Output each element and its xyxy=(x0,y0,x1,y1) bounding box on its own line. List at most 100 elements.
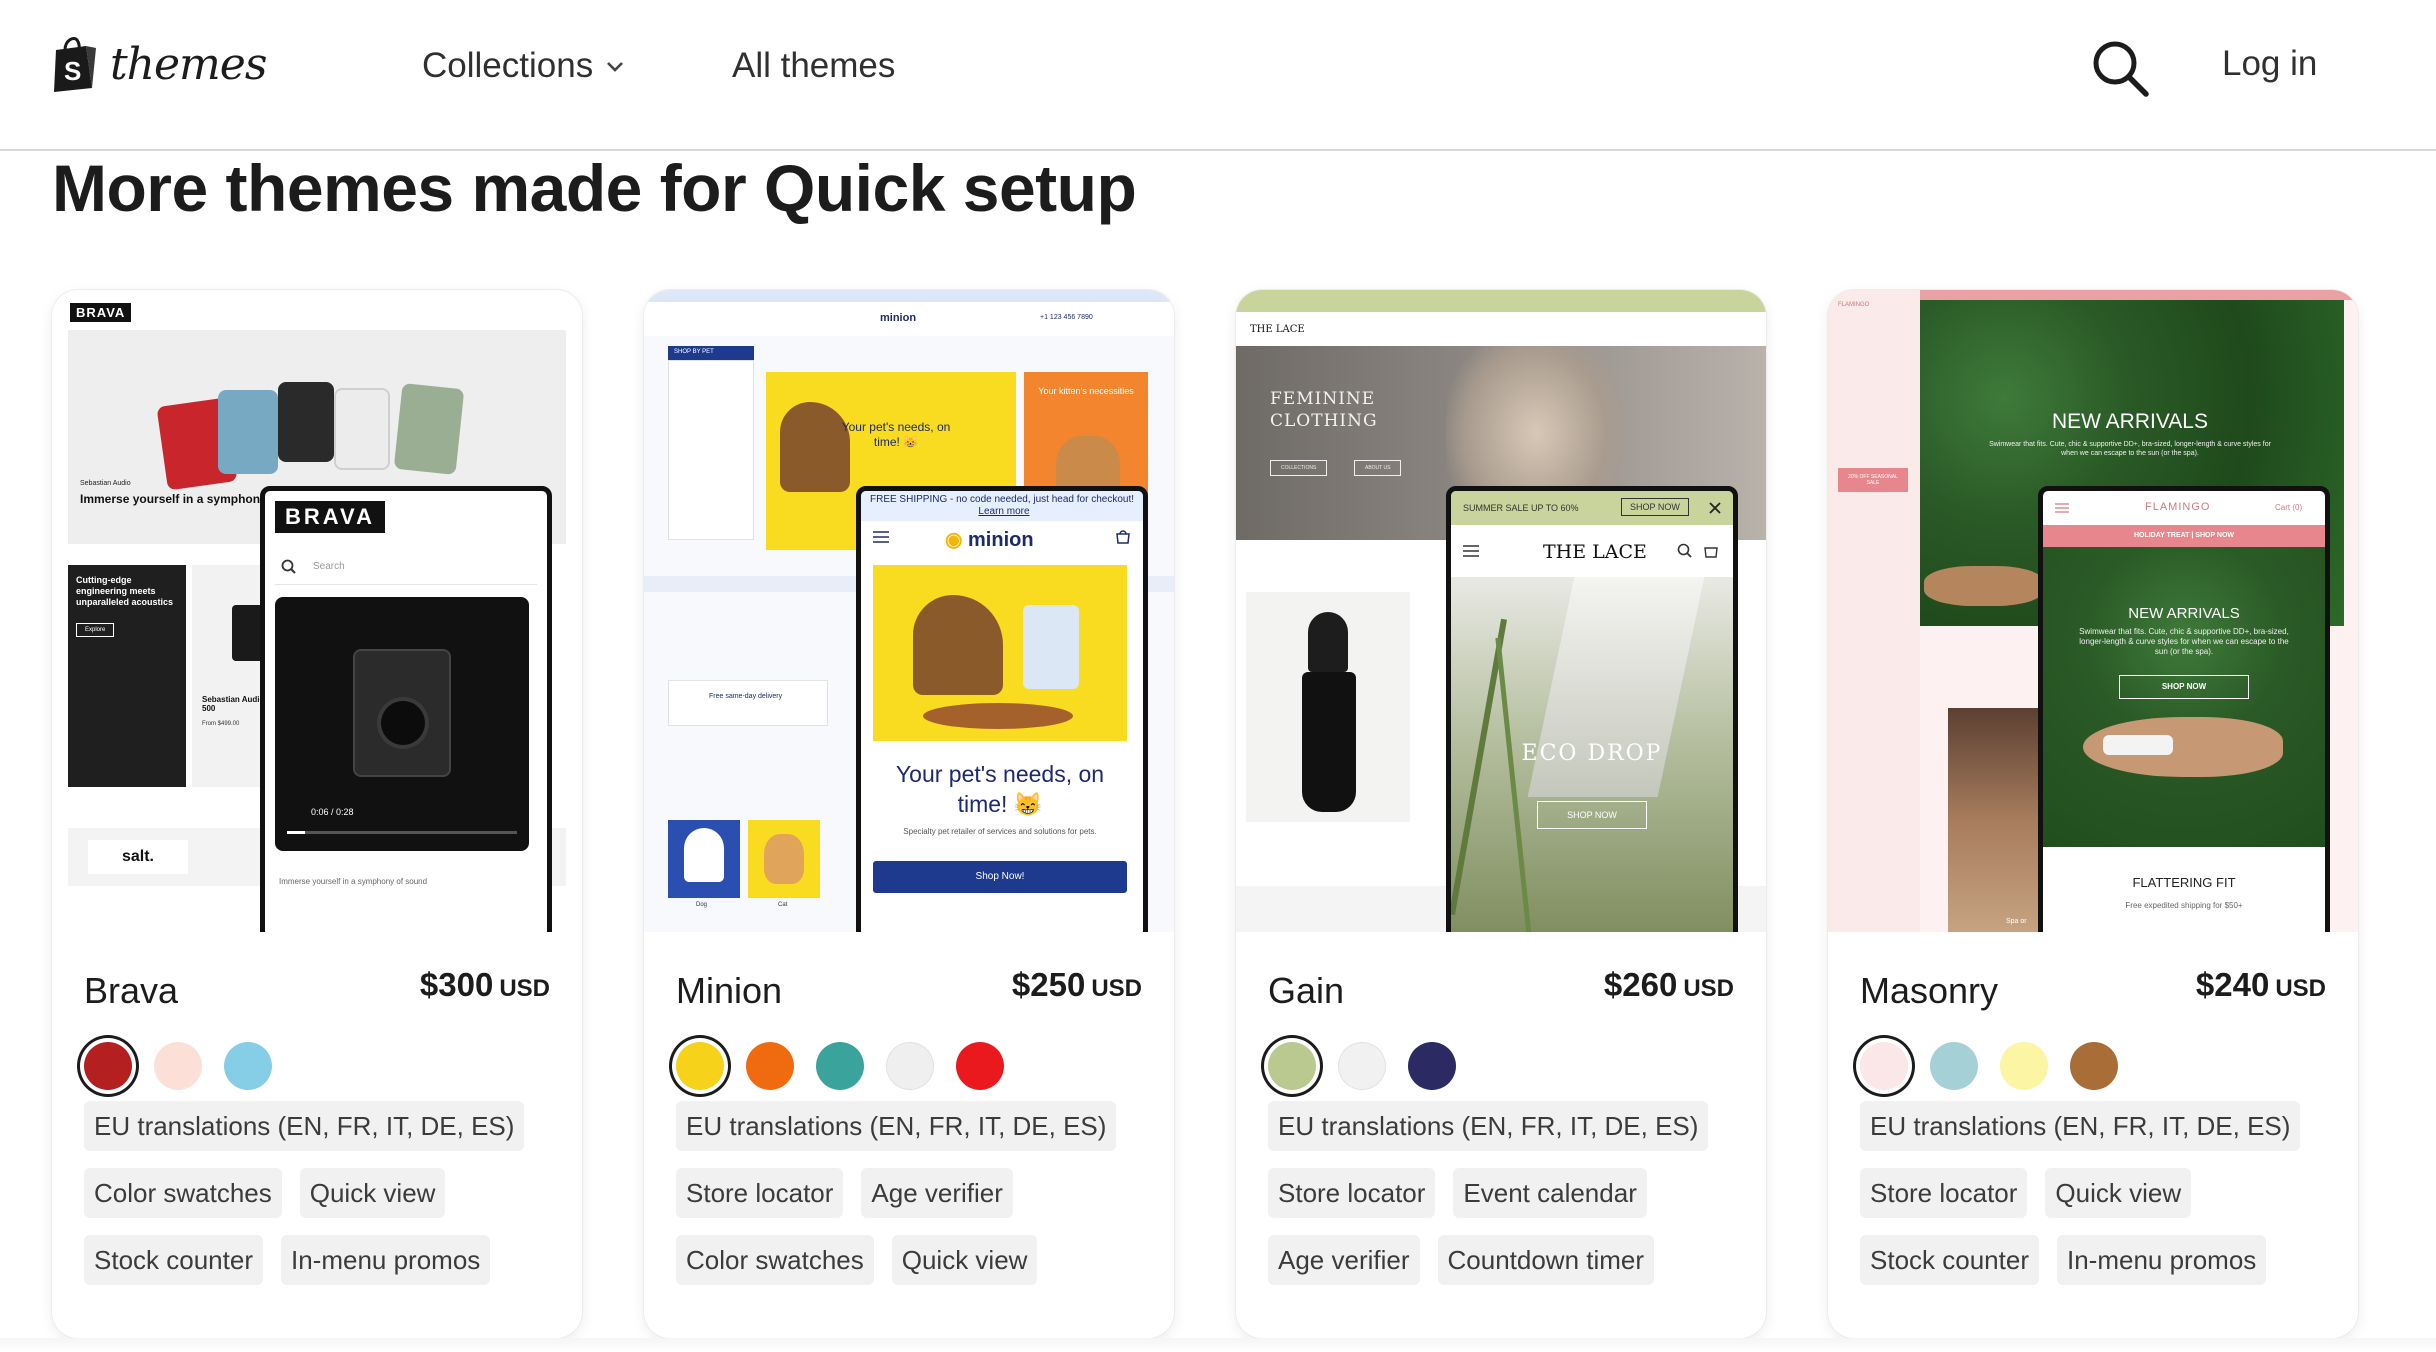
section-heading: FLATTERING FIT xyxy=(2132,875,2236,890)
about-button: ABOUT US xyxy=(1354,460,1402,476)
model-image: Spa or xyxy=(1948,708,2040,932)
feature-tags: EU translations (EN, FR, IT, DE, ES) Stor… xyxy=(1860,1092,2340,1293)
tag-row: EU translations (EN, FR, IT, DE, ES) xyxy=(1268,1092,1748,1159)
feature-tag: In-menu promos xyxy=(2056,1234,2267,1285)
shop-now-button: Shop Now! xyxy=(873,861,1127,893)
top-banner-text: SUMMER SALE UP TO 60% xyxy=(1463,503,1579,513)
top-bar xyxy=(1920,290,2358,300)
color-swatch[interactable] xyxy=(1930,1042,1978,1090)
mobile-banner: FREE SHIPPING - no code needed, just hea… xyxy=(861,491,1143,521)
search-icon xyxy=(281,559,296,574)
mobile-search: Search xyxy=(275,551,537,585)
color-swatch[interactable] xyxy=(676,1042,724,1090)
shopify-themes-logo[interactable]: S themes xyxy=(52,36,267,92)
feature-tag: Stock counter xyxy=(84,1234,263,1285)
theme-price: $250 USD xyxy=(1012,966,1142,1004)
theme-name[interactable]: Brava xyxy=(84,970,178,1012)
feature-tag: Quick view xyxy=(891,1234,1038,1285)
mobile-hero-heading: Your pet's needs, on time! 😸 xyxy=(895,761,1105,817)
tag-row: Stock counter In-menu promos xyxy=(1860,1226,2340,1293)
tag-row: Stock counter In-menu promos xyxy=(84,1226,564,1293)
color-swatch[interactable] xyxy=(224,1042,272,1090)
feature-tag: EU translations (EN, FR, IT, DE, ES) xyxy=(1268,1100,1709,1151)
color-swatch[interactable] xyxy=(886,1042,934,1090)
banner-text: FREE SHIPPING - no code needed, just hea… xyxy=(869,494,1135,505)
page-bottom-edge xyxy=(0,1338,2436,1352)
mobile-hero-heading: NEW ARRIVALS xyxy=(2128,605,2240,622)
color-swatch[interactable] xyxy=(2000,1042,2048,1090)
color-swatch[interactable] xyxy=(1860,1042,1908,1090)
cart-icon xyxy=(1116,530,1130,544)
theme-preview-minion[interactable]: minion +1 123 456 7890 SHOP BY PET Your … xyxy=(644,290,1174,932)
collections-button: COLLECTIONS xyxy=(1270,460,1328,476)
mobile-shop-now: SHOP NOW xyxy=(2119,675,2249,699)
price-value: $300 xyxy=(419,966,494,1003)
theme-price: $260 USD xyxy=(1604,966,1734,1004)
promo-text: Cutting-edge engineering meets unparalle… xyxy=(76,575,174,607)
hero-sub: Swimwear that fits. Cute, chic & support… xyxy=(1989,441,2271,457)
feature-tag: Quick view xyxy=(2045,1167,2192,1218)
pet-menu xyxy=(668,360,754,540)
top-banner-button: SHOP NOW xyxy=(1621,498,1689,516)
color-swatch[interactable] xyxy=(154,1042,202,1090)
video-player: 0:06 / 0:28 xyxy=(275,597,529,851)
color-swatch[interactable] xyxy=(746,1042,794,1090)
delivery-box: Free same-day delivery xyxy=(668,680,828,726)
theme-card-gain[interactable]: THE LACE FEMININE CLOTHING COLLECTIONS A… xyxy=(1236,290,1766,1338)
feature-tag: In-menu promos xyxy=(280,1234,491,1285)
nav-all-themes-label: All themes xyxy=(732,46,896,85)
minion-mobile-logo-text: minion xyxy=(968,529,1034,551)
hero-heading: NEW ARRIVALS xyxy=(2052,410,2208,433)
color-swatch[interactable] xyxy=(1268,1042,1316,1090)
product-price: From $499.00 xyxy=(202,721,240,727)
brava-mobile-logo: BRAVA xyxy=(275,501,385,533)
feature-tag: Store locator xyxy=(676,1167,844,1218)
theme-card-masonry[interactable]: FLAMINGO 20% OFF SEASONAL SALE NEW ARRIV… xyxy=(1828,290,2358,1338)
color-swatch[interactable] xyxy=(2070,1042,2118,1090)
close-icon xyxy=(1709,502,1721,514)
hero-heading: Your pet's needs, on time! 😸 xyxy=(841,420,951,449)
delivery-text: Free same-day delivery xyxy=(709,693,783,700)
color-swatch[interactable] xyxy=(1408,1042,1456,1090)
price-currency: USD xyxy=(1091,975,1142,1002)
sidebar-logo: FLAMINGO xyxy=(1838,302,1870,308)
theme-card-brava[interactable]: BRAVA Sebastian Audio Immerse yourself i… xyxy=(52,290,582,1338)
feature-tag: EU translations (EN, FR, IT, DE, ES) xyxy=(84,1100,525,1151)
mobile-shop-now: SHOP NOW xyxy=(1537,801,1647,829)
cart-icon xyxy=(1704,547,1718,558)
theme-name[interactable]: Gain xyxy=(1268,970,1344,1012)
shop-by-pet-label: SHOP BY PET xyxy=(674,349,714,355)
promo-bar: HOLIDAY TREAT | SHOP NOW xyxy=(2043,525,2325,547)
nav-all-themes[interactable]: All themes xyxy=(732,46,895,86)
theme-preview-masonry[interactable]: FLAMINGO 20% OFF SEASONAL SALE NEW ARRIV… xyxy=(1828,290,2358,932)
price-value: $250 xyxy=(1011,966,1086,1003)
shop-by-pet-bar: SHOP BY PET xyxy=(668,346,754,360)
theme-name[interactable]: Masonry xyxy=(1860,970,1998,1012)
logo-text: themes xyxy=(110,38,267,90)
theme-preview-brava[interactable]: BRAVA Sebastian Audio Immerse yourself i… xyxy=(52,290,582,932)
theme-card-minion[interactable]: minion +1 123 456 7890 SHOP BY PET Your … xyxy=(644,290,1174,1338)
color-swatch[interactable] xyxy=(1338,1042,1386,1090)
color-swatch[interactable] xyxy=(816,1042,864,1090)
nav-collections[interactable]: Collections xyxy=(422,46,625,86)
promo-block: Cutting-edge engineering meets unparalle… xyxy=(68,565,186,787)
feature-tag: EU translations (EN, FR, IT, DE, ES) xyxy=(1860,1100,2301,1151)
feature-tag: Color swatches xyxy=(84,1167,282,1218)
product-image xyxy=(1246,592,1410,822)
section-sub: Free expedited shipping for $50+ xyxy=(2125,901,2243,910)
tag-row: Age verifier Countdown timer xyxy=(1268,1226,1748,1293)
color-swatch[interactable] xyxy=(84,1042,132,1090)
mobile-mockup: FLAMINGO Cart (0) HOLIDAY TREAT | SHOP N… xyxy=(2038,486,2330,932)
mobile-mockup: SUMMER SALE UP TO 60% SHOP NOW THE LACE … xyxy=(1446,486,1738,932)
login-link[interactable]: Log in xyxy=(2222,44,2317,84)
search-icon[interactable] xyxy=(2090,38,2152,100)
feature-tag: Countdown timer xyxy=(1437,1234,1655,1285)
mobile-hero-image xyxy=(873,565,1127,741)
feature-tags: EU translations (EN, FR, IT, DE, ES) Colo… xyxy=(84,1092,564,1293)
theme-name[interactable]: Minion xyxy=(676,970,782,1012)
theme-preview-gain[interactable]: THE LACE FEMININE CLOTHING COLLECTIONS A… xyxy=(1236,290,1766,932)
shopify-bag-icon: S xyxy=(54,36,96,92)
desktop-nav: minion +1 123 456 7890 xyxy=(644,302,1174,336)
feature-tag: Stock counter xyxy=(1860,1234,2039,1285)
color-swatch[interactable] xyxy=(956,1042,1004,1090)
